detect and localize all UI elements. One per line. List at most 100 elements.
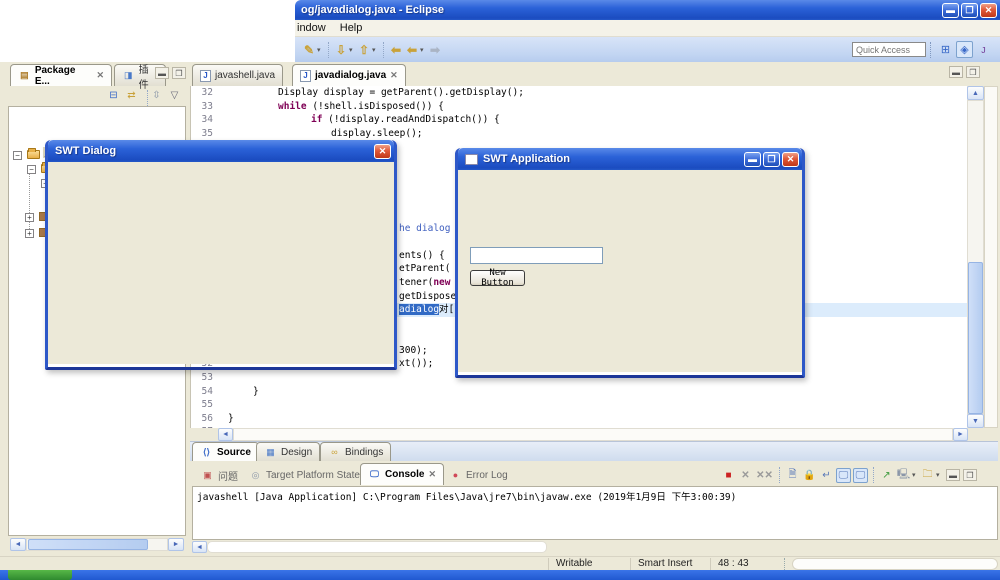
swt-dialog-window[interactable]: SWT Dialog ✕: [45, 140, 397, 370]
swt-app-maximize-icon[interactable]: ❒: [763, 152, 780, 167]
code-line-55[interactable]: 55: [191, 398, 967, 412]
minimize-button[interactable]: ▬: [942, 3, 959, 18]
console-area: ▣ 问题 ◎ Target Platform State 🖵 Console ✕…: [190, 461, 1000, 556]
status-writable: Writable: [556, 558, 593, 569]
console-dropdown-icon[interactable]: ▾: [912, 471, 919, 479]
word-wrap-icon[interactable]: ↵: [819, 468, 834, 483]
tab-javadialog[interactable]: J javadialog.java ✕: [292, 64, 406, 86]
swt-app-titlebar[interactable]: SWT Application ▬ ❒ ✕: [458, 148, 802, 170]
swt-app-minimize-icon[interactable]: ▬: [744, 152, 761, 167]
console-icon: 🖵: [368, 469, 381, 481]
run-tool-icon[interactable]: ✎: [301, 42, 317, 58]
terminate-icon[interactable]: ■: [721, 468, 736, 483]
scroll-lock-icon[interactable]: 🔒: [802, 468, 817, 483]
code-line-34[interactable]: 34if (!display.readAndDispatch()) {: [191, 113, 967, 127]
close-button[interactable]: ✕: [980, 3, 997, 18]
swt-application-window[interactable]: SWT Application ▬ ❒ ✕ New Button: [455, 148, 805, 378]
forward-icon[interactable]: ➡: [427, 42, 443, 58]
focus-icon[interactable]: ⇳: [149, 88, 164, 103]
java-browsing-perspective-icon[interactable]: ᴊ: [975, 41, 992, 58]
console-maximize-icon[interactable]: ❒: [963, 469, 977, 481]
tab-javashell[interactable]: J javashell.java: [192, 64, 283, 86]
editor-minimize-icon[interactable]: ▬: [949, 66, 963, 78]
code-line-56[interactable]: 56}: [191, 412, 967, 426]
menu-item-help[interactable]: Help: [340, 22, 363, 34]
show-on-stderr-icon[interactable]: 🖵: [853, 468, 868, 483]
console-minimize-icon[interactable]: ▬: [946, 469, 960, 481]
view-minimize-icon[interactable]: ▬: [155, 67, 169, 79]
quick-access-input[interactable]: [852, 42, 926, 57]
back-icon[interactable]: ⬅: [404, 42, 420, 58]
expand-toggle-icon[interactable]: +: [25, 213, 34, 222]
line-number: 33: [191, 100, 213, 114]
view-menu-icon[interactable]: ▽: [167, 88, 182, 103]
scroll-left-icon[interactable]: ◄: [218, 428, 233, 441]
back-dropdown-icon[interactable]: ▾: [420, 46, 427, 54]
console-output[interactable]: javashell [Java Application] C:\Program …: [192, 486, 998, 540]
restore-button[interactable]: ❐: [961, 3, 978, 18]
status-bar: Writable Smart Insert 48 : 43: [0, 556, 1000, 570]
collapse-toggle-icon[interactable]: −: [27, 165, 36, 174]
tab-package-explorer[interactable]: ▤ Package E... ✕: [10, 64, 112, 86]
error-log-icon: ●: [449, 469, 462, 481]
scroll-left-icon[interactable]: ◄: [10, 538, 26, 551]
swt-app-new-button[interactable]: New Button: [470, 270, 525, 286]
swt-dialog-close-icon[interactable]: ✕: [374, 144, 391, 159]
code-line-33[interactable]: 33while (!shell.isDisposed()) {: [191, 100, 967, 114]
editor-maximize-icon[interactable]: ❒: [966, 66, 980, 78]
view-maximize-icon[interactable]: ❒: [172, 67, 186, 79]
eclipse-titlebar[interactable]: og/javadialog.java - Eclipse ▬ ❐ ✕: [295, 0, 1000, 20]
start-button[interactable]: [8, 570, 72, 580]
coverage-dropdown-icon[interactable]: ▾: [372, 46, 379, 54]
swt-app-close-icon[interactable]: ✕: [782, 152, 799, 167]
tab-label: Console: [385, 469, 424, 480]
tab-bindings[interactable]: ∞ Bindings: [320, 442, 391, 461]
open-console-dropdown-icon[interactable]: ▾: [936, 471, 943, 479]
java-perspective-icon[interactable]: ◈: [956, 41, 973, 58]
code-line-54[interactable]: 54}: [191, 385, 967, 399]
last-edit-location-icon[interactable]: ⬅: [388, 42, 404, 58]
display-selected-console-icon[interactable]: 🖳: [896, 468, 911, 483]
swt-dialog-title: SWT Dialog: [55, 145, 372, 157]
tab-problems[interactable]: ▣ 问题: [194, 465, 245, 485]
menu-item-window[interactable]: indow: [297, 22, 326, 34]
taskbar[interactable]: [0, 570, 1000, 580]
swt-dialog-titlebar[interactable]: SWT Dialog ✕: [48, 140, 394, 162]
open-perspective-icon[interactable]: ⊞: [937, 41, 954, 58]
tab-target-platform[interactable]: ◎ Target Platform State: [242, 465, 367, 485]
collapse-all-icon[interactable]: ⊟: [106, 88, 121, 103]
tab-error-log[interactable]: ● Error Log: [442, 465, 515, 485]
vscroll-thumb[interactable]: [968, 262, 983, 414]
hscroll-thumb[interactable]: [28, 539, 148, 550]
tab-design[interactable]: ▦ Design: [256, 442, 320, 461]
scroll-right-icon[interactable]: ►: [168, 538, 184, 551]
link-with-editor-icon[interactable]: ⇄: [124, 88, 139, 103]
scroll-left-icon[interactable]: ◄: [192, 541, 207, 553]
debug-tool-icon[interactable]: ⇩: [333, 42, 349, 58]
close-tab-icon[interactable]: ✕: [96, 70, 104, 81]
tab-source[interactable]: ⟨⟩ Source: [192, 442, 259, 461]
pin-console-icon[interactable]: ↗: [879, 468, 894, 483]
close-tab-icon[interactable]: ✕: [390, 70, 398, 81]
expand-toggle-icon[interactable]: +: [25, 229, 34, 238]
show-on-stdout-icon[interactable]: 🖵: [836, 468, 851, 483]
coverage-tool-icon[interactable]: ⇧: [356, 42, 372, 58]
code-line-35[interactable]: 35display.sleep();: [191, 127, 967, 141]
scroll-up-icon[interactable]: ▲: [967, 86, 984, 100]
tab-console[interactable]: 🖵 Console ✕: [360, 463, 444, 485]
remove-all-launches-icon[interactable]: ✕✕: [755, 468, 774, 483]
collapse-toggle-icon[interactable]: −: [13, 151, 22, 160]
overview-ruler: [984, 86, 998, 428]
close-tab-icon[interactable]: ✕: [428, 469, 436, 480]
swt-app-text-input[interactable]: [470, 247, 603, 264]
window-title: og/javadialog.java - Eclipse: [301, 4, 940, 16]
scroll-down-icon[interactable]: ▼: [967, 414, 984, 428]
open-console-icon[interactable]: 🗀: [920, 468, 935, 483]
run-dropdown-icon[interactable]: ▾: [317, 46, 324, 54]
remove-launch-icon[interactable]: ✕: [738, 468, 753, 483]
clear-console-icon[interactable]: 🗎: [785, 468, 800, 483]
scroll-right-icon[interactable]: ►: [953, 428, 968, 441]
code-line-32[interactable]: 32Display display = getParent().getDispl…: [191, 86, 967, 100]
status-insert-mode: Smart Insert: [638, 558, 692, 569]
debug-dropdown-icon[interactable]: ▾: [349, 46, 356, 54]
